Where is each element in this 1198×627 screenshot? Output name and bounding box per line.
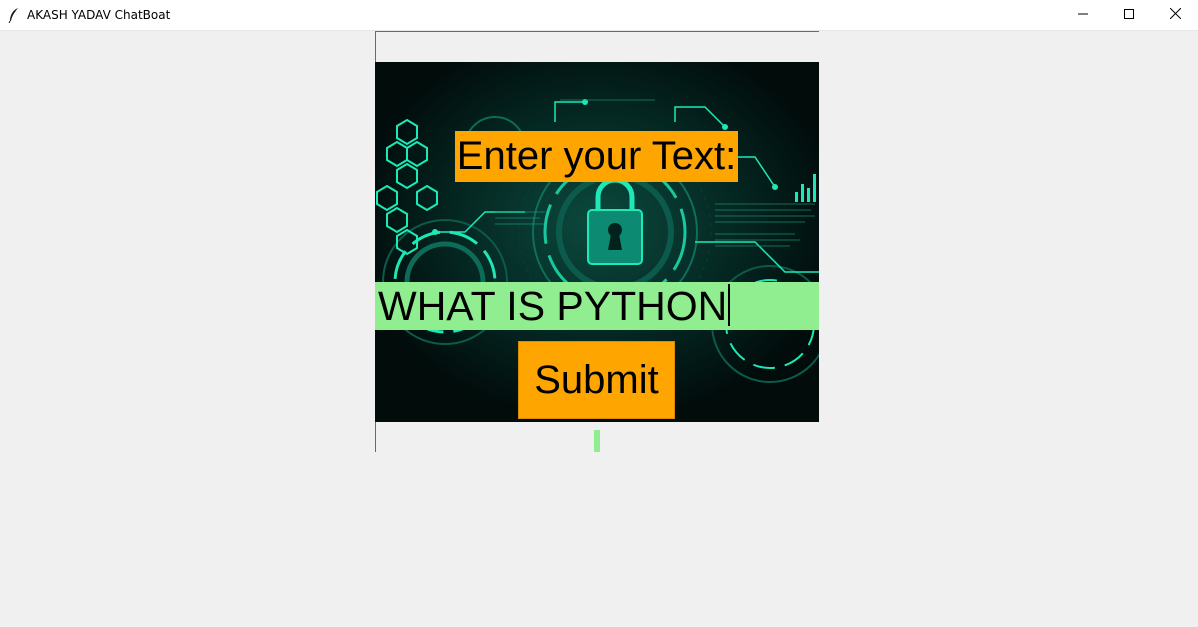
window-title: AKASH YADAV ChatBoat bbox=[27, 8, 171, 22]
query-input[interactable]: WHAT IS PYTHON bbox=[375, 282, 819, 330]
feather-icon bbox=[7, 7, 21, 24]
text-caret bbox=[728, 284, 731, 326]
prompt-label: Enter your Text: bbox=[455, 131, 738, 182]
submit-button[interactable]: Submit bbox=[518, 341, 675, 419]
minimize-button[interactable] bbox=[1060, 0, 1106, 30]
maximize-button[interactable] bbox=[1106, 0, 1152, 30]
query-input-value: WHAT IS PYTHON bbox=[378, 283, 728, 329]
maximize-icon bbox=[1124, 6, 1134, 24]
app-window: AKASH YADAV ChatBoat Enter your Text: WH… bbox=[0, 0, 1198, 627]
close-icon bbox=[1169, 6, 1181, 24]
response-label bbox=[594, 430, 600, 452]
title-bar[interactable]: AKASH YADAV ChatBoat bbox=[0, 0, 1198, 31]
minimize-icon bbox=[1078, 6, 1088, 24]
close-button[interactable] bbox=[1152, 0, 1198, 30]
